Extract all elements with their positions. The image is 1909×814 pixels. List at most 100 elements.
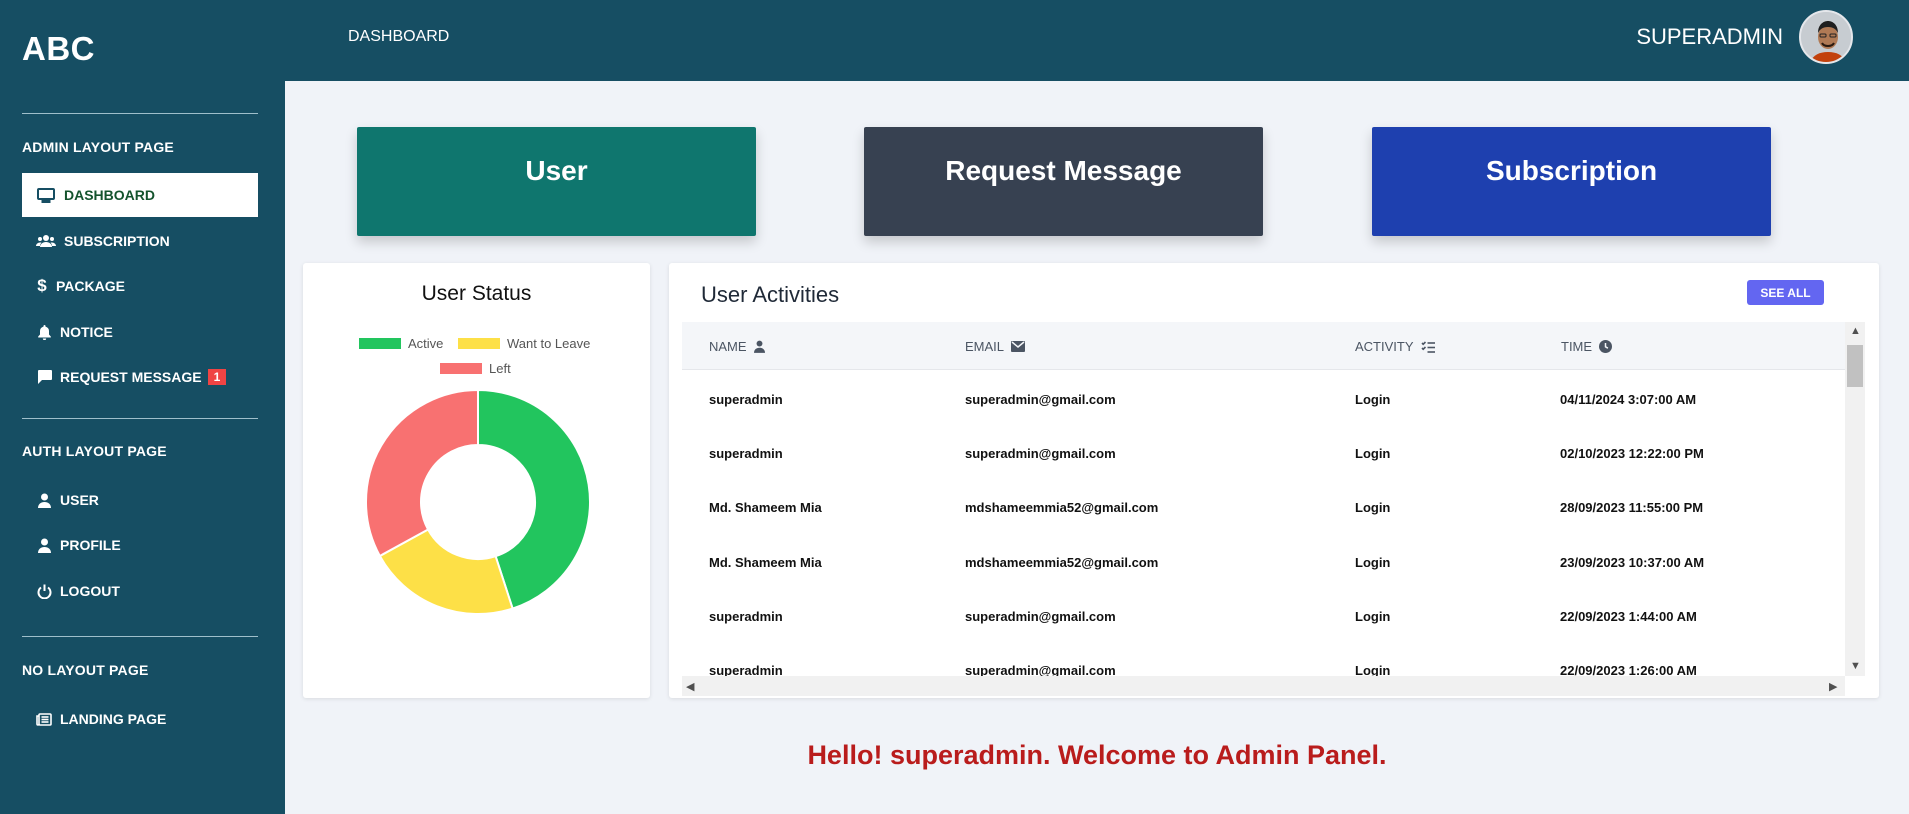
users-icon <box>36 232 56 250</box>
sidebar-item-subscription[interactable]: SUBSCRIPTION <box>22 219 258 263</box>
cell-activity: Login <box>1355 663 1391 676</box>
sidebar-item-profile[interactable]: PROFILE <box>22 523 258 567</box>
subscription-stat-card[interactable]: Subscription <box>1372 127 1771 236</box>
legend-swatch <box>359 338 401 349</box>
sidebar-item-user[interactable]: USER <box>22 478 258 522</box>
legend-label: Left <box>489 361 511 376</box>
clock-icon <box>1599 340 1613 353</box>
sidebar-item-label: SUBSCRIPTION <box>64 233 170 249</box>
sidebar-item-landing-page[interactable]: LANDING PAGE <box>22 697 258 741</box>
column-header-time[interactable]: TIME <box>1561 339 1613 354</box>
table-header: NAME EMAIL ACTIVITY TIME <box>682 322 1845 370</box>
legend-item-want-to-leave[interactable]: Want to Leave <box>458 336 590 351</box>
table-row[interactable]: superadmin superadmin@gmail.com Login 04… <box>682 372 1845 426</box>
stat-label: Request Message <box>945 155 1182 186</box>
cell-name: superadmin <box>709 446 783 461</box>
horizontal-scrollbar[interactable] <box>682 676 1845 696</box>
donut-slice-left[interactable] <box>365 388 479 558</box>
table-row[interactable]: Md. Shameem Mia mdshameemmia52@gmail.com… <box>682 535 1845 589</box>
cell-email: superadmin@gmail.com <box>965 663 1116 676</box>
cell-time: 23/09/2023 10:37:00 AM <box>1560 555 1705 570</box>
sidebar-item-request-message[interactable]: REQUEST MESSAGE 1 <box>22 355 258 399</box>
sidebar-item-notice[interactable]: NOTICE <box>22 310 258 354</box>
dollar-icon: $ <box>37 276 47 295</box>
newspaper-icon <box>36 710 52 728</box>
user-icon <box>36 491 52 509</box>
scroll-up-icon[interactable]: ▲ <box>1850 325 1861 337</box>
scroll-right-icon[interactable]: ▶ <box>1829 680 1837 693</box>
legend-swatch <box>440 363 482 374</box>
table-row[interactable]: superadmin superadmin@gmail.com Login 22… <box>682 643 1845 676</box>
avatar[interactable] <box>1799 10 1853 64</box>
table-row[interactable]: superadmin superadmin@gmail.com Login 02… <box>682 426 1845 480</box>
cell-time: 22/09/2023 1:26:00 AM <box>1560 663 1697 676</box>
page-title: DASHBOARD <box>348 28 450 45</box>
column-label: NAME <box>709 339 747 354</box>
cell-time: 02/10/2023 12:22:00 PM <box>1560 446 1704 461</box>
request-message-stat-card[interactable]: Request Message <box>864 127 1263 236</box>
stat-label: Subscription <box>1485 155 1658 186</box>
section-title-admin: ADMIN LAYOUT PAGE <box>22 139 174 155</box>
section-title-no-layout: NO LAYOUT PAGE <box>22 662 149 678</box>
column-header-name[interactable]: NAME <box>709 339 765 354</box>
username[interactable]: SUPERADMIN <box>1636 24 1783 50</box>
cell-activity: Login <box>1355 609 1391 624</box>
chart-title: User Status <box>421 282 532 305</box>
sidebar-item-label: NOTICE <box>60 324 113 340</box>
sidebar-item-label: USER <box>60 492 99 508</box>
cell-email: superadmin@gmail.com <box>965 446 1116 461</box>
cell-name: superadmin <box>709 663 783 676</box>
cell-activity: Login <box>1355 446 1391 461</box>
top-header: DASHBOARD SUPERADMIN <box>285 0 1909 81</box>
power-icon <box>36 582 52 600</box>
cell-email: mdshameemmia52@gmail.com <box>965 555 1159 570</box>
column-label: ACTIVITY <box>1355 339 1414 354</box>
section-title-auth: AUTH LAYOUT PAGE <box>22 443 167 459</box>
divider <box>22 418 258 419</box>
scroll-left-icon[interactable]: ◀ <box>686 680 694 693</box>
cell-activity: Login <box>1355 555 1391 570</box>
sidebar-item-label: PACKAGE <box>56 278 125 294</box>
notification-badge: 1 <box>207 369 227 385</box>
sidebar-item-label: LANDING PAGE <box>60 711 167 727</box>
stat-label: User <box>525 155 588 186</box>
legend-item-active[interactable]: Active <box>359 336 443 351</box>
envelope-icon <box>1011 341 1026 352</box>
welcome-message: Hello! superadmin. Welcome to Admin Pane… <box>807 740 1387 770</box>
cell-name: Md. Shameem Mia <box>709 555 822 570</box>
legend-item-left[interactable]: Left <box>440 361 511 376</box>
cell-time: 22/09/2023 1:44:00 AM <box>1560 609 1697 624</box>
sidebar-item-dashboard[interactable]: DASHBOARD <box>22 173 258 217</box>
sidebar-item-label: PROFILE <box>60 537 121 553</box>
sidebar-item-package[interactable]: $ PACKAGE <box>22 264 258 308</box>
table-row[interactable]: superadmin superadmin@gmail.com Login 22… <box>682 589 1845 643</box>
legend-label: Active <box>408 336 444 351</box>
cell-name: superadmin <box>709 609 783 624</box>
column-header-email[interactable]: EMAIL <box>965 339 1026 354</box>
sidebar-item-label: REQUEST MESSAGE <box>60 369 202 385</box>
user-icon <box>753 340 765 353</box>
legend-label: Want to Leave <box>507 336 591 351</box>
activities-title: User Activities <box>701 282 840 307</box>
cell-name: Md. Shameem Mia <box>709 500 822 515</box>
list-check-icon <box>1420 340 1435 353</box>
user-stat-card[interactable]: User <box>357 127 756 236</box>
user-status-donut-chart <box>365 388 591 615</box>
cell-time: 28/09/2023 11:55:00 PM <box>1560 500 1704 515</box>
brand-logo[interactable]: ABC <box>22 30 95 68</box>
legend-swatch <box>458 338 500 349</box>
cell-activity: Login <box>1355 392 1391 407</box>
sidebar-item-label: LOGOUT <box>60 583 120 599</box>
cell-name: superadmin <box>709 392 783 407</box>
divider <box>22 113 258 114</box>
message-icon <box>36 368 52 386</box>
see-all-button[interactable]: SEE ALL <box>1747 280 1824 305</box>
vertical-scrollbar-thumb[interactable] <box>1847 345 1863 387</box>
column-header-activity[interactable]: ACTIVITY <box>1355 339 1435 354</box>
scroll-down-icon[interactable]: ▼ <box>1850 660 1861 672</box>
sidebar-item-logout[interactable]: LOGOUT <box>22 569 258 613</box>
divider <box>22 636 258 637</box>
table-row[interactable]: Md. Shameem Mia mdshameemmia52@gmail.com… <box>682 480 1845 534</box>
user-icon <box>36 536 52 554</box>
cell-email: superadmin@gmail.com <box>965 392 1116 407</box>
